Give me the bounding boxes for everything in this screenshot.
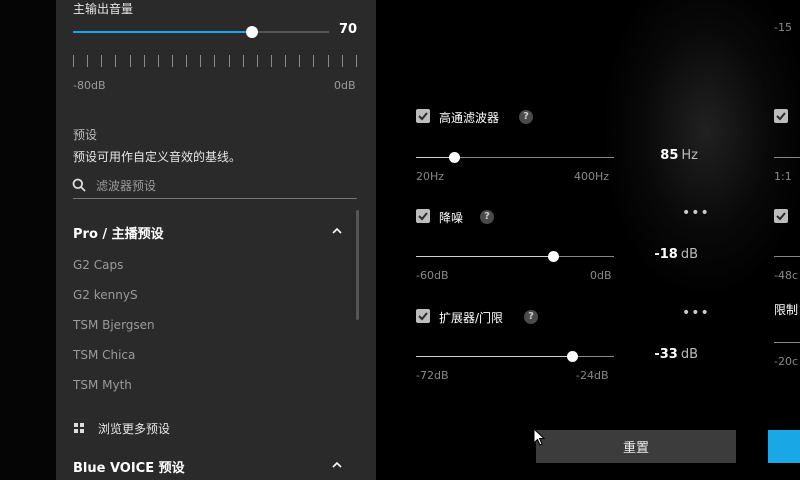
right-col-slider-2[interactable] [774,256,800,257]
noise-reduction-min: -60dB [416,269,449,282]
high-pass-thumb[interactable] [448,152,460,163]
master-volume-label: 主输出音量 [73,2,134,16]
more-options-icon[interactable]: ••• [682,305,710,321]
volume-tick [341,55,343,67]
presets-heading: 预设 [73,128,98,142]
volume-tick [200,55,202,67]
master-volume-value: 70 [339,22,358,37]
right-col-min-2: -20c [774,355,799,368]
preset-item[interactable]: TSM Chica [73,348,135,362]
volume-tick [299,55,301,67]
expander-max: -24dB [576,369,609,382]
volume-tick [115,55,117,67]
noise-reduction-checkbox[interactable] [416,209,430,223]
volume-max-label: 0dB [334,79,356,92]
preset-group-pro[interactable]: Pro / 主播预设 [73,223,164,242]
noise-reduction-value: -18 dB [654,247,698,262]
volume-tick [327,55,329,67]
volume-tick [101,55,103,67]
right-col-label: 限制 [774,303,799,317]
right-col-value: -15 [774,21,792,34]
right-col-checkbox-2[interactable] [774,209,788,223]
volume-ticks [73,55,357,67]
preset-item[interactable]: G2 kennyS [73,288,138,302]
high-pass-label: 高通滤波器 [439,111,500,125]
reset-button[interactable]: 重置 [536,430,736,463]
expander-label: 扩展器/门限 [439,311,504,325]
right-col-slider[interactable] [774,157,800,158]
preset-item[interactable]: TSM Bjergsen [73,318,155,332]
volume-tick [256,55,258,67]
expander-fill [416,356,573,357]
noise-reduction-thumb[interactable] [547,251,559,262]
right-col-min: -48c [774,269,799,282]
volume-tick [313,55,315,67]
more-options-icon[interactable]: ••• [682,205,710,221]
noise-reduction-fill [416,256,553,257]
volume-tick [214,55,216,67]
high-pass-checkbox[interactable] [416,109,430,123]
volume-tick [73,55,74,67]
right-col-ratio: 1:1 [774,170,792,183]
preset-item[interactable]: TSM Myth [73,378,132,392]
expander-min: -72dB [416,369,449,382]
high-pass-fill [416,157,454,158]
preset-group-blue-voice[interactable]: Blue VOICE 预设 [73,457,185,476]
grid-icon [74,423,84,433]
chevron-up-icon[interactable] [331,460,343,470]
master-volume-fill [73,31,253,33]
volume-tick [285,55,287,67]
volume-tick [143,55,145,67]
noise-reduction-label: 降噪 [439,211,464,225]
expander-checkbox[interactable] [416,309,430,323]
preset-search-input[interactable] [96,176,358,196]
volume-tick [355,55,357,67]
high-pass-slider[interactable] [416,152,614,163]
preset-list-scrollbar[interactable] [356,210,359,320]
volume-tick [129,55,131,67]
noise-reduction-max: 0dB [590,269,612,282]
main-panel: 高通滤波器 ? 85 Hz 20Hz 400Hz 降噪 ? ••• -18 dB -… [376,0,800,480]
volume-tick [171,55,173,67]
chevron-up-icon[interactable] [331,226,343,236]
volume-min-label: -80dB [73,79,106,92]
help-icon[interactable]: ? [480,210,494,224]
volume-tick [186,55,188,67]
noise-reduction-slider[interactable] [416,251,614,262]
expander-thumb[interactable] [567,351,579,362]
presets-description: 预设可用作自定义音效的基线。 [73,150,242,164]
master-volume-thumb[interactable] [246,26,259,38]
right-col-slider-3[interactable] [774,342,800,343]
volume-tick [270,55,272,67]
volume-tick [242,55,244,67]
browse-more-presets-button[interactable]: 浏览更多预设 [98,420,170,437]
search-icon [72,178,86,192]
help-icon[interactable]: ? [519,110,533,124]
expander-slider[interactable] [416,351,614,362]
high-pass-min: 20Hz [416,170,445,183]
right-col-checkbox[interactable] [774,109,788,123]
preset-item[interactable]: G2 Caps [73,258,123,272]
left-edge-strip [0,0,56,480]
volume-tick [157,55,159,67]
search-underline [73,198,357,199]
master-volume-slider[interactable] [73,26,329,38]
expander-value: -33 dB [654,347,698,362]
volume-tick [87,55,89,67]
high-pass-value: 85 Hz [660,148,698,163]
help-icon[interactable]: ? [524,310,538,324]
volume-tick [228,55,230,67]
apply-button[interactable] [768,430,800,463]
sidebar-panel: 主输出音量 70 -80dB 0dB 预设 预设可用作自定义音效的基线。 Pro… [56,0,376,480]
high-pass-max: 400Hz [574,170,610,183]
mouse-cursor-icon [533,428,545,446]
